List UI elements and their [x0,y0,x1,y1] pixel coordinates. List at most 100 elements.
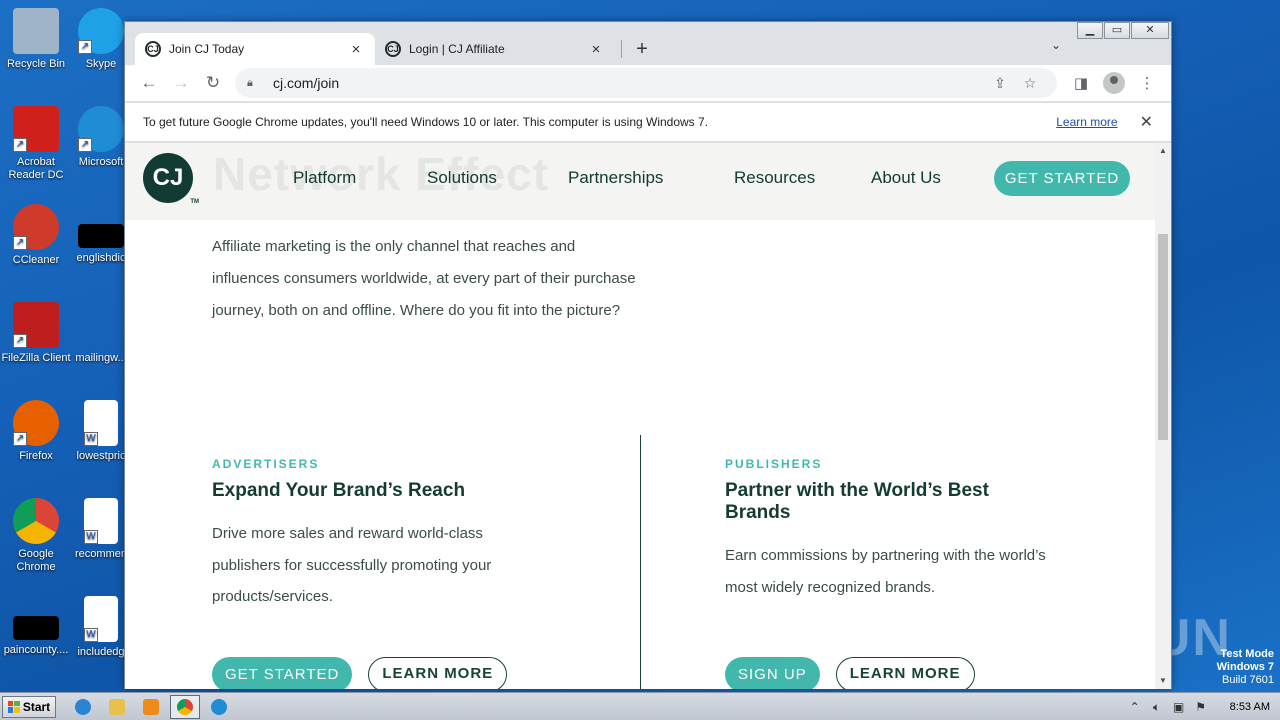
desktop-icon-label: Microsoft [78,156,124,168]
lock-icon[interactable]: 🔒︎ [247,77,261,90]
volume-icon[interactable]: 🔈︎ [1150,700,1164,714]
media-player-icon [143,698,159,715]
infobar-close-icon[interactable]: ✕ [1140,112,1153,132]
desktop-icon-lowestpric[interactable]: W lowestpric [72,400,130,463]
advertisers-eyebrow: ADVERTISERS [212,457,320,471]
tab-close-icon[interactable]: × [347,41,365,58]
site-header: Network Effect CJ TM Platform Solutions … [125,143,1155,220]
cj-favicon-icon: CJ [145,41,161,57]
infobar-learn-more-link[interactable]: Learn more [1056,115,1117,129]
word-document-icon: W [84,596,118,642]
start-button[interactable]: Start [2,695,56,718]
desktop-icon-includedg[interactable]: W includedg [72,596,130,659]
address-bar[interactable]: 🔒︎ cj.com/join ⇪ ☆ [235,68,1057,98]
scroll-down-arrow-icon[interactable]: ▼ [1155,673,1171,689]
skype-icon: ↗ [78,8,124,54]
filezilla-icon: ↗ [13,302,59,348]
desktop-icon-englishdic[interactable]: englishdic [72,204,130,265]
page-viewport: Network Effect CJ TM Platform Solutions … [125,143,1155,689]
maximize-button[interactable]: ▭ [1104,22,1130,39]
desktop-icon-paincounty[interactable]: paincounty.... [0,596,72,657]
desktop-icon-firefox[interactable]: ↗ Firefox [0,400,72,463]
desktop-icon-acrobat[interactable]: ↗ Acrobat Reader DC [0,106,72,182]
taskbar-explorer[interactable] [102,695,132,719]
windows-version-line: Windows 7 [1216,661,1274,673]
taskbar-ie[interactable] [68,695,98,719]
advertisers-learn-more-button[interactable]: LEARN MORE [368,657,508,689]
close-window-button[interactable]: ✕ [1131,22,1169,39]
publishers-column: PUBLISHERS Partner with the World’s Best… [725,457,1075,603]
back-arrow-icon[interactable]: ← [133,73,165,93]
desktop-icon-mailingw[interactable]: mailingw... [72,302,130,365]
desktop-icon-skype[interactable]: ↗ Skype [72,8,130,71]
publishers-learn-more-button[interactable]: LEARN MORE [835,657,975,689]
network-icon[interactable]: ▣ [1172,700,1186,714]
chrome-icon [177,698,193,715]
desktop-icon-chrome[interactable]: Google Chrome [0,498,72,574]
profile-avatar-icon[interactable] [1103,72,1125,94]
forward-arrow-icon[interactable]: → [165,73,197,93]
bookmark-star-icon[interactable]: ☆ [1015,75,1045,92]
desktop-icon-edge[interactable]: ↗ Microsoft [72,106,130,169]
desktop-icon-label: Recycle Bin [6,58,66,70]
nav-partnerships[interactable]: Partnerships [568,168,663,188]
tab-join-cj[interactable]: CJ Join CJ Today × [135,33,375,65]
shortcut-arrow-icon: ↗ [13,432,27,446]
intro-paragraph: Affiliate marketing is the only channel … [212,238,636,319]
desktop-icon-recycle-bin[interactable]: Recycle Bin [0,8,72,71]
column-divider [640,435,641,689]
hero-heading-behind-header: Network Effect [213,148,550,200]
share-icon[interactable]: ⇪ [985,75,1015,92]
scroll-up-arrow-icon[interactable]: ▲ [1155,143,1171,159]
taskbar-edge[interactable] [204,695,234,719]
tab-strip: CJ Join CJ Today × CJ Login | CJ Affilia… [135,31,656,65]
publishers-sign-up-button[interactable]: SIGN UP [725,657,820,689]
nav-about-us[interactable]: About Us [871,168,941,188]
taskbar-clock[interactable]: 8:53 AM [1230,701,1270,713]
tab-separator [621,40,622,58]
desktop-icon-label: Firefox [19,450,53,462]
desktop-icon-label: lowestpric [76,450,126,462]
advertisers-get-started-button[interactable]: GET STARTED [212,657,353,689]
tab-close-icon[interactable]: × [587,41,605,58]
page-scrollbar[interactable]: ▲ ▼ [1155,143,1171,689]
side-panel-icon[interactable]: ◨ [1065,74,1097,92]
advertisers-column: ADVERTISERS Expand Your Brand’s Reach Dr… [212,457,542,613]
system-tray: ⌃ 🔈︎ ▣ ⚑ 8:53 AM [1128,700,1280,714]
logo-text: CJ [152,164,184,191]
publishers-body: Earn commissions by partnering with the … [725,547,1046,596]
shortcut-arrow-icon: ↗ [13,334,27,348]
word-document-icon: W [84,400,118,446]
desktop-icon-label: Skype [85,58,117,70]
desktop-icon-recommen[interactable]: W recommen [72,498,130,561]
taskbar-media-player[interactable] [136,695,166,719]
tab-search-chevron-icon[interactable]: ⌄ [1051,38,1061,52]
tray-expand-icon[interactable]: ⌃ [1128,700,1142,714]
folder-icon [109,698,125,715]
reload-icon[interactable]: ↻ [197,73,229,93]
action-center-flag-icon[interactable]: ⚑ [1194,700,1208,714]
desktop-icon-label: englishdic [76,252,126,264]
scroll-thumb[interactable] [1158,234,1168,440]
nav-resources[interactable]: Resources [734,168,815,188]
desktop-icon-area: Recycle Bin ↗ Skype ↗ Acrobat Reader DC … [0,0,130,690]
tab-title: Login | CJ Affiliate [409,42,505,56]
url-text[interactable]: cj.com/join [273,75,985,91]
nav-solutions[interactable]: Solutions [427,168,497,188]
tab-login-cj[interactable]: CJ Login | CJ Affiliate × [375,33,615,65]
tab-title: Join CJ Today [169,42,245,56]
cj-logo[interactable]: CJ TM [143,153,199,205]
desktop-icon-ccleaner[interactable]: ↗ CCleaner [0,204,72,267]
desktop-icon-label: FileZilla Client [1,352,71,364]
desktop-icon-filezilla[interactable]: ↗ FileZilla Client [0,302,72,365]
start-label: Start [22,699,51,714]
nav-platform[interactable]: Platform [293,168,356,188]
ccleaner-icon: ↗ [13,204,59,250]
minimize-button[interactable]: ▁ [1077,22,1103,39]
header-get-started-button[interactable]: GET STARTED [994,161,1130,196]
new-tab-plus-icon[interactable]: + [628,38,656,61]
taskbar-chrome[interactable] [170,694,200,719]
browser-toolbar: ← → ↻ 🔒︎ cj.com/join ⇪ ☆ ◨ ⋮ [125,65,1171,101]
chrome-window: ▁ ▭ ✕ CJ Join CJ Today × CJ Login | CJ A… [124,21,1172,689]
kebab-menu-icon[interactable]: ⋮ [1131,74,1163,92]
